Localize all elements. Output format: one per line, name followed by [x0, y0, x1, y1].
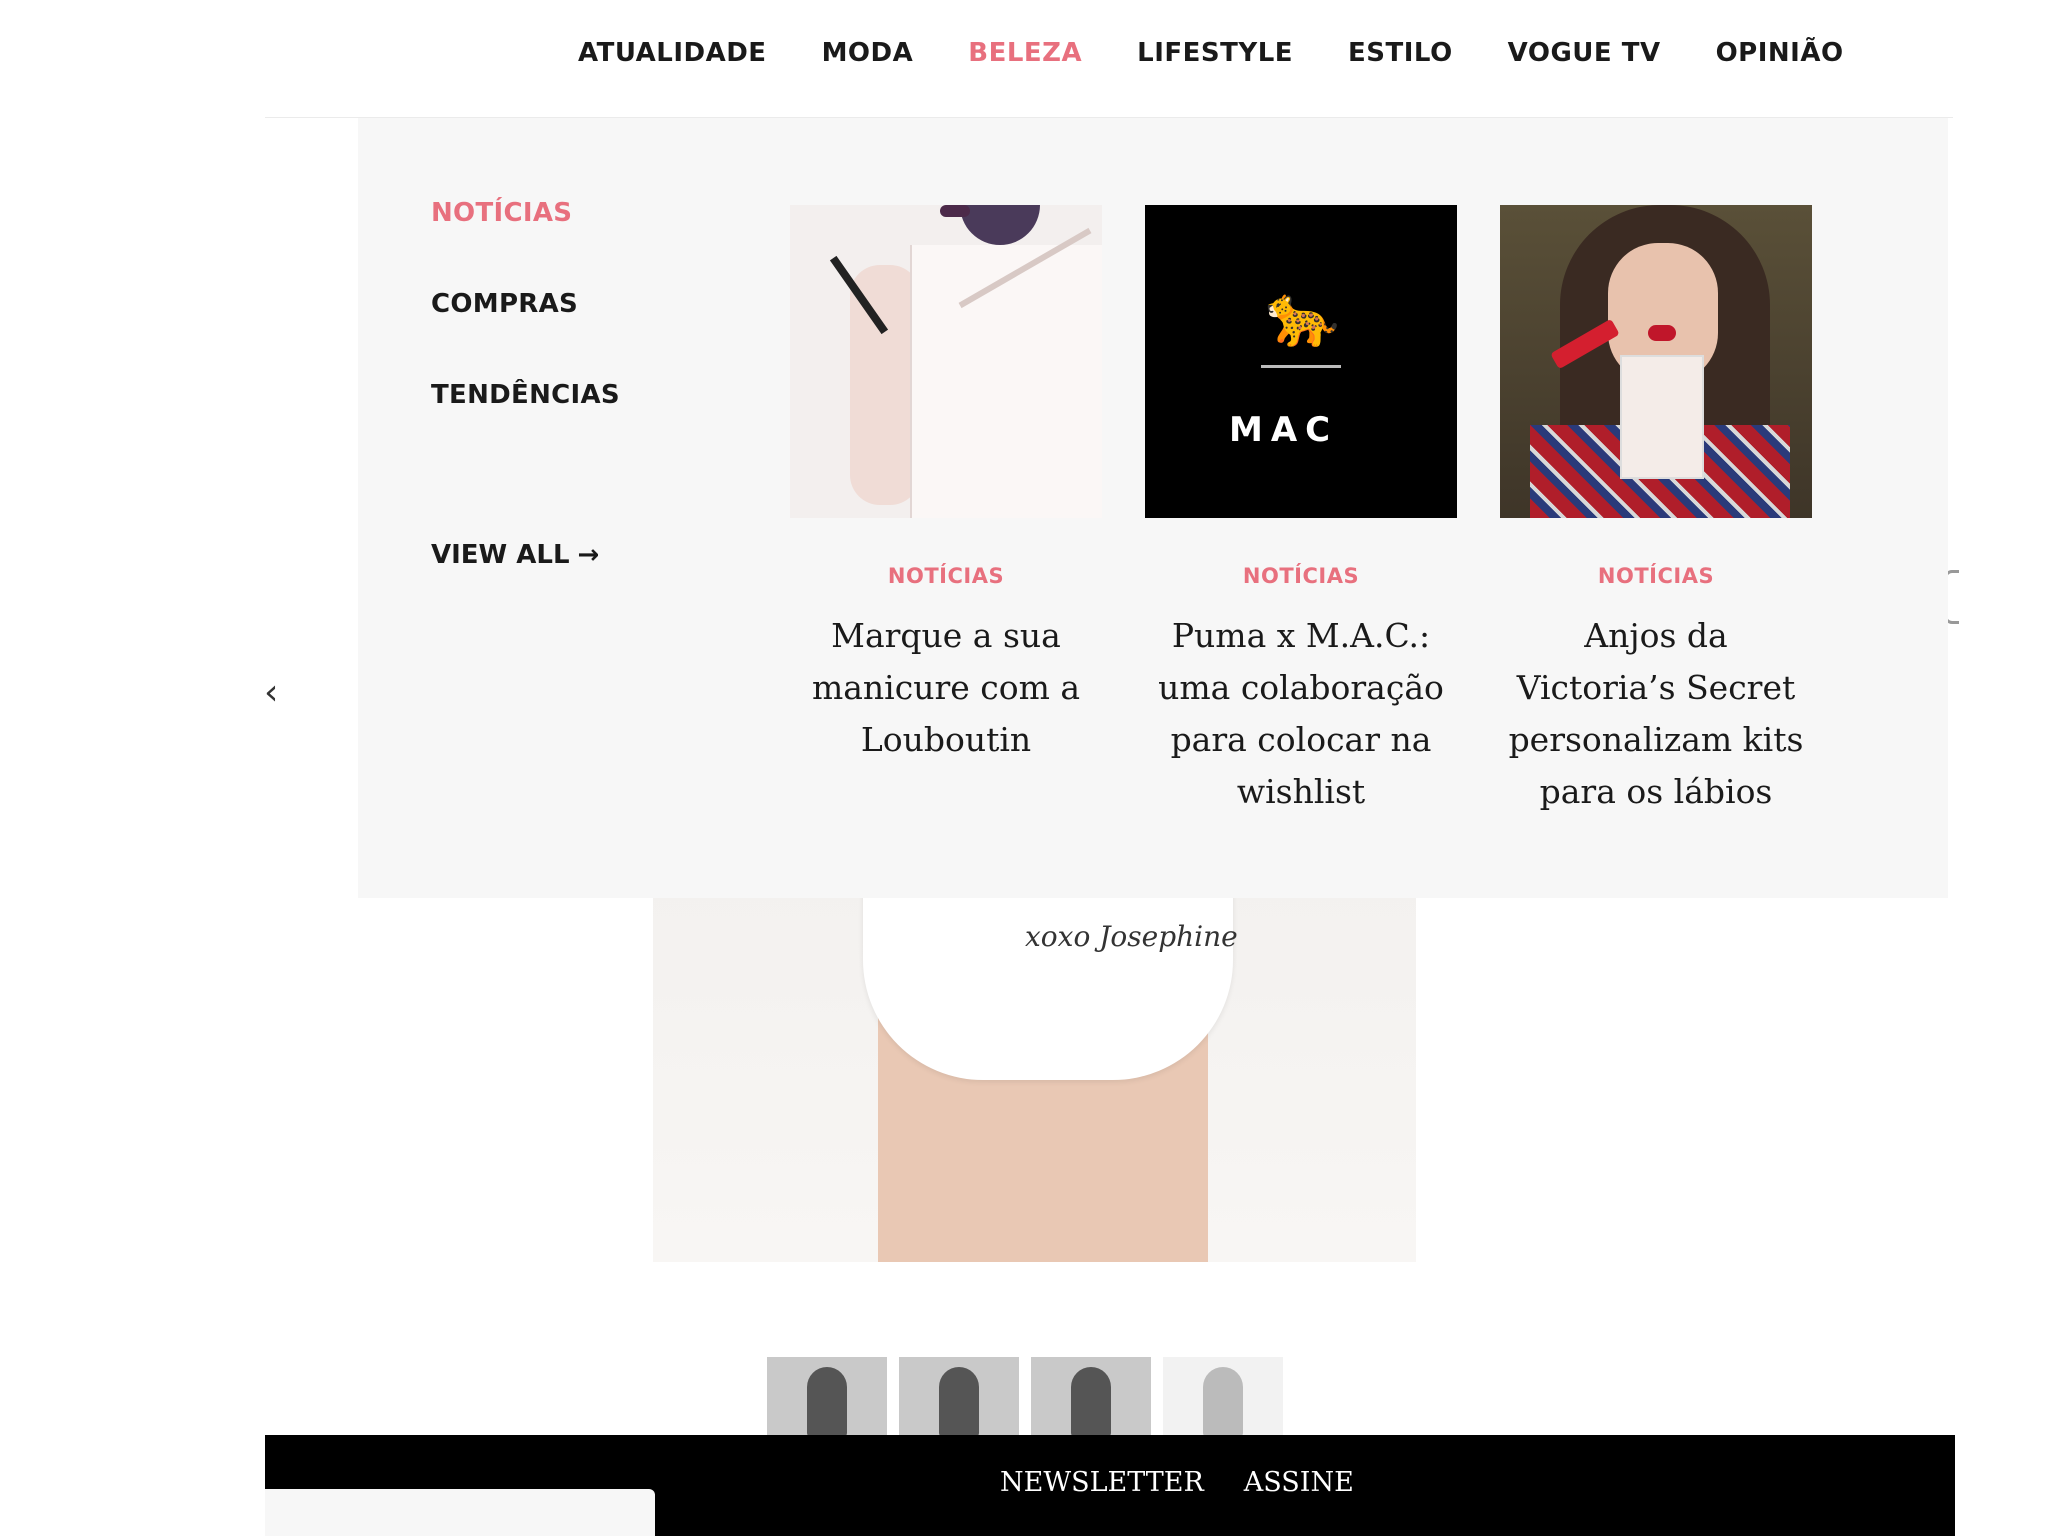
- thumbnail-figure: [1203, 1367, 1243, 1437]
- submenu-item-noticias[interactable]: NOTÍCIAS: [431, 198, 620, 289]
- nav-item-atualidade[interactable]: ATUALIDADE: [578, 38, 767, 68]
- hero-tshirt: [863, 880, 1233, 1080]
- thumbnail-figure: [1071, 1367, 1111, 1437]
- article-card[interactable]: NOTÍCIAS Marque a sua manicure com a Lou…: [790, 205, 1102, 818]
- image-lips: [1648, 325, 1676, 341]
- newsletter-link[interactable]: NEWSLETTER: [1000, 1467, 1204, 1498]
- article-title[interactable]: Anjos da Victoria’s Secret personalizam …: [1500, 610, 1812, 818]
- article-title[interactable]: Marque a sua manicure com a Louboutin: [790, 610, 1102, 766]
- article-card[interactable]: NOTÍCIAS Anjos da Victoria’s Secret pers…: [1500, 205, 1812, 818]
- thumbnail-figure: [939, 1367, 979, 1437]
- assine-link[interactable]: ASSINE: [1244, 1467, 1354, 1498]
- view-all-link[interactable]: VIEW ALL →: [431, 540, 599, 570]
- thumbnail-strip: [767, 1357, 1283, 1437]
- nav-item-vogue-tv[interactable]: VOGUE TV: [1508, 38, 1661, 68]
- submenu-item-tendencias[interactable]: TENDÊNCIAS: [431, 380, 620, 471]
- hero-signature-text: xoxo Josephine: [1025, 920, 1238, 953]
- nav-item-moda[interactable]: MODA: [822, 38, 914, 68]
- image-card: [1620, 355, 1704, 479]
- nav-item-lifestyle[interactable]: LIFESTYLE: [1137, 38, 1293, 68]
- nav-item-estilo[interactable]: ESTILO: [1348, 38, 1453, 68]
- article-cards: NOTÍCIAS Marque a sua manicure com a Lou…: [790, 205, 1855, 818]
- article-image-victorias-secret[interactable]: [1500, 205, 1812, 518]
- footer-bar: NEWSLETTER ASSINE: [265, 1435, 1955, 1536]
- submenu-list: NOTÍCIAS COMPRAS TENDÊNCIAS: [431, 198, 620, 471]
- article-card[interactable]: 🐆 MAC NOTÍCIAS Puma x M.A.C.: uma colabo…: [1145, 205, 1457, 818]
- thumbnail-2[interactable]: [899, 1357, 1019, 1437]
- view-all-label: VIEW ALL: [431, 540, 570, 570]
- nav-item-beleza[interactable]: BELEZA: [968, 38, 1082, 68]
- thumbnail-3[interactable]: [1031, 1357, 1151, 1437]
- beleza-mega-menu: NOTÍCIAS COMPRAS TENDÊNCIAS VIEW ALL → NO…: [358, 118, 1948, 898]
- footer-links: NEWSLETTER ASSINE: [1000, 1467, 1354, 1498]
- image-lips: [940, 205, 970, 217]
- chevron-left-icon[interactable]: ‹: [264, 672, 278, 713]
- top-navigation: ATUALIDADE MODA BELEZA LIFESTYLE ESTILO …: [0, 0, 2048, 117]
- nav-item-opiniao[interactable]: OPINIÃO: [1716, 38, 1844, 68]
- article-category[interactable]: NOTÍCIAS: [790, 564, 1102, 588]
- submenu-item-compras[interactable]: COMPRAS: [431, 289, 620, 380]
- hero-image: xoxo Josephine: [653, 880, 1416, 1262]
- article-category[interactable]: NOTÍCIAS: [1145, 564, 1457, 588]
- puma-logo-icon: 🐆: [1265, 281, 1340, 351]
- image-hair: [960, 205, 1040, 245]
- image-dress: [910, 245, 1102, 518]
- thumbnail-4[interactable]: [1163, 1357, 1283, 1437]
- arrow-right-icon: →: [577, 540, 600, 570]
- thumbnail-1[interactable]: [767, 1357, 887, 1437]
- footer-search-input[interactable]: [265, 1489, 655, 1536]
- article-image-manicure[interactable]: [790, 205, 1102, 518]
- mac-logo: MAC: [1229, 410, 1339, 450]
- article-image-puma-mac[interactable]: 🐆 MAC: [1145, 205, 1457, 518]
- main-nav: ATUALIDADE MODA BELEZA LIFESTYLE ESTILO …: [578, 38, 1899, 68]
- thumbnail-figure: [807, 1367, 847, 1437]
- article-category[interactable]: NOTÍCIAS: [1500, 564, 1812, 588]
- article-title[interactable]: Puma x M.A.C.: uma colaboração para colo…: [1145, 610, 1457, 818]
- logo-divider: [1261, 365, 1341, 368]
